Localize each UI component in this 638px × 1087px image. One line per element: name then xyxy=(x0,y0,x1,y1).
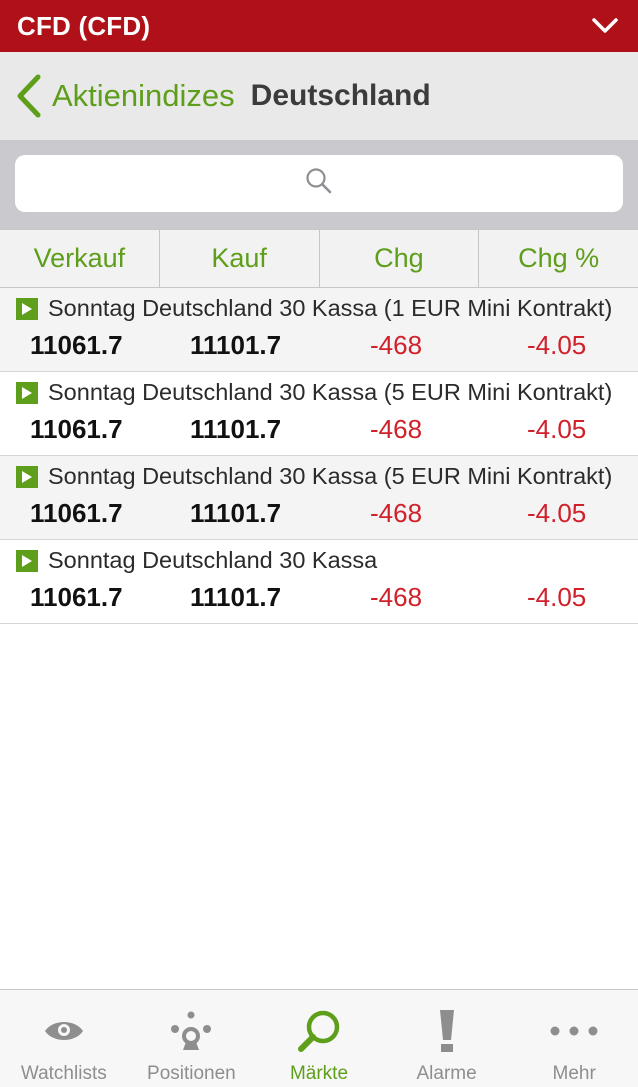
play-icon[interactable] xyxy=(16,381,38,404)
column-buy[interactable]: Kauf xyxy=(160,230,320,287)
instrument-name: Sonntag Deutschland 30 Kassa (1 EUR Mini… xyxy=(48,295,613,321)
tab-mehr[interactable]: Mehr xyxy=(510,990,638,1087)
sell-price: 11061.7 xyxy=(30,330,123,360)
play-icon[interactable] xyxy=(16,465,38,488)
account-bar[interactable]: CFD (CFD) xyxy=(0,0,638,52)
list-item[interactable]: Sonntag Deutschland 30 Kassa (5 EUR Mini… xyxy=(0,372,638,456)
tab-alarme[interactable]: Alarme xyxy=(383,990,511,1087)
sell-price: 11061.7 xyxy=(30,414,123,444)
tab-label: Watchlists xyxy=(20,1063,107,1084)
buy-price: 11101.7 xyxy=(190,330,282,360)
search-bar xyxy=(0,141,638,229)
eye-icon xyxy=(43,1002,85,1060)
instrument-name: Sonntag Deutschland 30 Kassa (5 EUR Mini… xyxy=(48,379,613,405)
navigation-bar: Aktienindizes Deutschland xyxy=(0,52,638,141)
account-title: CFD (CFD) xyxy=(17,10,151,41)
buy-price: 11101.7 xyxy=(190,498,282,528)
tab-label: Positionen xyxy=(147,1063,236,1084)
column-change-percent[interactable]: Chg % xyxy=(479,230,638,287)
change-percent: -4.05 xyxy=(527,414,587,444)
positions-icon xyxy=(169,1002,213,1060)
play-icon[interactable] xyxy=(16,297,38,320)
change-percent: -4.05 xyxy=(527,330,587,360)
instrument-name: Sonntag Deutschland 30 Kassa (5 EUR Mini… xyxy=(48,463,613,489)
tab-label: Mehr xyxy=(552,1063,596,1084)
tab-maerkte[interactable]: Märkte xyxy=(255,990,383,1087)
tab-watchlists[interactable]: Watchlists xyxy=(0,990,128,1087)
change-value: -468 xyxy=(370,414,423,444)
exclamation-icon xyxy=(437,1002,457,1060)
more-icon xyxy=(549,1002,599,1060)
back-label: Aktienindizes xyxy=(52,78,235,113)
buy-price: 11101.7 xyxy=(190,582,282,612)
column-header: Verkauf Kauf Chg Chg % xyxy=(0,229,638,288)
search-icon xyxy=(296,1002,342,1060)
tab-label: Märkte xyxy=(289,1063,349,1084)
search-field[interactable] xyxy=(15,155,623,212)
list-item[interactable]: Sonntag Deutschland 30 Kassa (5 EUR Mini… xyxy=(0,456,638,540)
instrument-name: Sonntag Deutschland 30 Kassa xyxy=(48,547,378,573)
chevron-down-icon[interactable] xyxy=(590,11,620,41)
change-percent: -4.05 xyxy=(527,582,587,612)
page-title: Deutschland xyxy=(250,79,431,112)
search-input[interactable] xyxy=(15,155,623,212)
sell-price: 11061.7 xyxy=(30,498,123,528)
change-value: -468 xyxy=(370,498,423,528)
change-percent: -4.05 xyxy=(527,498,587,528)
list-item[interactable]: Sonntag Deutschland 30 Kassa 11061.7 111… xyxy=(0,540,638,624)
buy-price: 11101.7 xyxy=(190,414,282,444)
change-value: -468 xyxy=(370,330,423,360)
sell-price: 11061.7 xyxy=(30,582,123,612)
change-value: -468 xyxy=(370,582,423,612)
tab-positionen[interactable]: Positionen xyxy=(128,990,256,1087)
back-button[interactable]: Aktienindizes xyxy=(14,74,235,118)
play-icon[interactable] xyxy=(16,549,38,572)
tab-bar: Watchlists Positionen Märkte Alarme Mehr xyxy=(0,989,638,1087)
column-change[interactable]: Chg xyxy=(320,230,480,287)
tab-label: Alarme xyxy=(416,1063,477,1084)
column-sell[interactable]: Verkauf xyxy=(0,230,160,287)
list-item[interactable]: Sonntag Deutschland 30 Kassa (1 EUR Mini… xyxy=(0,288,638,372)
instrument-list: Sonntag Deutschland 30 Kassa (1 EUR Mini… xyxy=(0,288,638,624)
chevron-left-icon xyxy=(14,74,44,118)
